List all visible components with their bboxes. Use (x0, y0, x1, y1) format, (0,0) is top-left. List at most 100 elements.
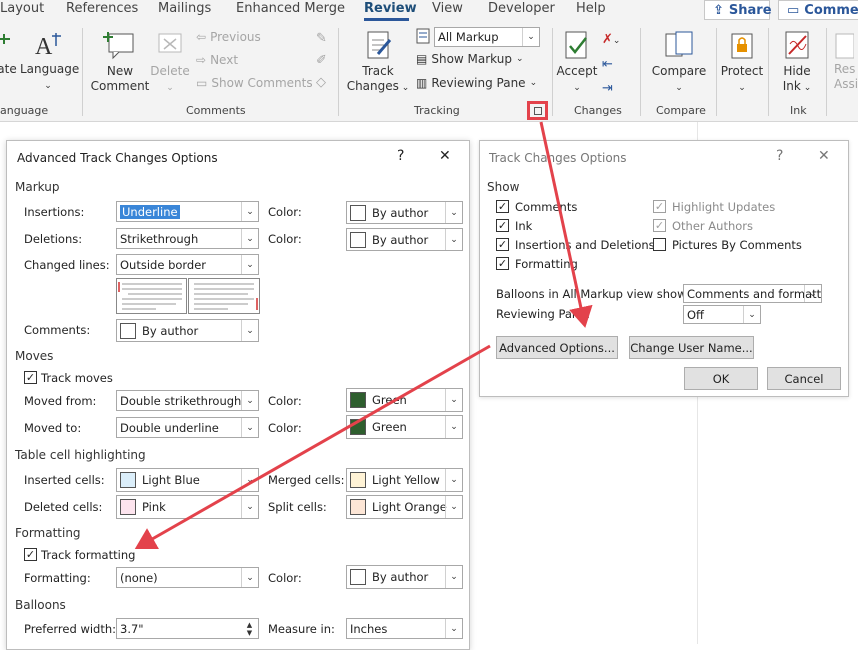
color-swatch (120, 472, 136, 488)
ok-button[interactable]: OK (684, 367, 758, 390)
spinner-icon[interactable]: ▲ ▼ (241, 619, 258, 638)
track-changes-button[interactable]: Track Changes ⌄ (346, 30, 410, 96)
split-cells-label: Split cells: (268, 500, 327, 514)
inserted-cells-select[interactable]: Light Blue ⌄ (116, 468, 259, 492)
cancel-button[interactable]: Cancel (767, 367, 841, 390)
previous-comment-button[interactable]: ⇦ Previous (196, 30, 261, 44)
tab-help[interactable]: Help (576, 1, 606, 16)
formatting-checkbox[interactable]: ✓ (496, 257, 509, 270)
tab-review[interactable]: Review (364, 1, 417, 16)
deletions-color-label: Color: (268, 232, 302, 246)
moved-to-color-select[interactable]: Green ⌄ (346, 415, 463, 439)
next-comment-button[interactable]: ⇨ Next (196, 53, 238, 67)
show-markup-button[interactable]: ▤ Show Markup ⌄ (416, 52, 524, 66)
color-swatch (120, 322, 136, 339)
compare-group-label: Compare (656, 104, 706, 117)
new-comment-label-2: Comment (90, 79, 150, 93)
markup-display-select[interactable]: All Markup ⌄ (434, 27, 540, 47)
formatting-select[interactable]: (none) ⌄ (116, 567, 259, 588)
eraser-icon[interactable]: ◇ (316, 72, 332, 94)
accept-button[interactable]: Accept ⌄ (556, 30, 598, 96)
tab-mailings[interactable]: Mailings (158, 1, 211, 16)
share-icon: ⇪ (713, 2, 724, 18)
close-icon[interactable]: ✕ (439, 148, 451, 164)
other-authors-checkbox[interactable]: ✓ (653, 219, 666, 232)
moved-from-value: Double strikethrough (120, 393, 242, 408)
tab-enhanced-merge[interactable]: Enhanced Merge (236, 1, 345, 16)
split-cells-select[interactable]: Light Orange ⌄ (346, 495, 463, 519)
reject-icon[interactable]: ✗⌄ (602, 28, 632, 53)
reviewing-pane-button[interactable]: ▥ Reviewing Pane ⌄ (416, 76, 537, 90)
pen-icon[interactable]: ✐ (316, 50, 332, 72)
chevron-down-icon: ⌄ (445, 229, 462, 250)
track-moves-checkbox[interactable]: ✓ (24, 371, 37, 384)
insertions-deletions-checkbox[interactable]: ✓ (496, 238, 509, 251)
chevron-down-icon: ⌄ (241, 418, 258, 437)
formatting-color-value: By author (372, 570, 429, 584)
next-change-icon[interactable]: ⇥ (602, 77, 632, 101)
deletions-select[interactable]: Strikethrough ⌄ (116, 228, 259, 249)
translate-button[interactable]: ate (0, 30, 20, 77)
highlight-updates-checkbox[interactable]: ✓ (653, 200, 666, 213)
comments-checkbox[interactable]: ✓ (496, 200, 509, 213)
share-button[interactable]: ⇪ Share (704, 0, 772, 20)
ink-tools: ✎ ✐ ◇ (316, 28, 332, 98)
moved-to-color-label: Color: (268, 421, 302, 435)
preferred-width-input[interactable]: 3.7" ▲ ▼ (116, 618, 259, 639)
tab-view[interactable]: View (432, 1, 463, 16)
tab-developer[interactable]: Developer (488, 1, 555, 16)
pictures-by-comments-checkbox[interactable] (653, 238, 666, 251)
balloons-label: Balloons in All Markup view show: (496, 287, 690, 301)
insertions-deletions-label: Insertions and Deletions (515, 238, 655, 252)
advanced-options-button[interactable]: Advanced Options... (496, 336, 618, 359)
comment-icon: ▭ (787, 2, 800, 18)
tracking-options-launcher[interactable] (527, 101, 548, 120)
insertions-select[interactable]: Underline ⌄ (116, 201, 259, 222)
moved-to-select[interactable]: Double underline ⌄ (116, 417, 259, 438)
moved-from-select[interactable]: Double strikethrough ⌄ (116, 390, 259, 411)
ink-checkbox[interactable]: ✓ (496, 219, 509, 232)
track-changes-options-dialog: Track Changes Options ? ✕ Show ✓ Comment… (479, 140, 849, 397)
change-user-name-button[interactable]: Change User Name... (629, 336, 754, 359)
tab-references[interactable]: References (66, 1, 138, 16)
help-icon[interactable]: ? (397, 148, 404, 164)
comments-group-label: Comments (186, 104, 246, 117)
changed-lines-select[interactable]: Outside border ⌄ (116, 254, 259, 275)
formatting-section-label: Formatting (15, 526, 81, 540)
merged-cells-select[interactable]: Light Yellow ⌄ (346, 468, 463, 492)
formatting-color-select[interactable]: By author ⌄ (346, 565, 463, 589)
color-swatch (350, 569, 366, 585)
language-button[interactable]: A Language ⌄ (20, 30, 79, 94)
insertions-color-select[interactable]: By author ⌄ (346, 201, 463, 224)
delete-comment-button[interactable]: Delete ⌄ (150, 30, 190, 96)
hide-ink-button[interactable]: Hide Ink ⌄ (772, 30, 822, 96)
track-formatting-checkbox[interactable]: ✓ (24, 548, 37, 561)
tab-layout[interactable]: Layout (0, 1, 44, 16)
comments-color-select[interactable]: By author ⌄ (116, 319, 259, 342)
group-divider (82, 28, 83, 116)
close-icon[interactable]: ✕ (818, 148, 830, 164)
balloons-section-label: Balloons (15, 598, 66, 612)
compare-button[interactable]: Compare ⌄ (648, 30, 710, 96)
resume-assistant-button[interactable]: Res Assi (834, 30, 858, 92)
comments-color-label: Comments: (24, 323, 91, 337)
chevron-down-icon: ⌄ (445, 389, 462, 411)
accept-label: Accept (556, 64, 598, 78)
ink-comment-icon[interactable]: ✎ (316, 28, 332, 50)
protect-button[interactable]: Protect ⌄ (720, 30, 764, 96)
deletions-color-select[interactable]: By author ⌄ (346, 228, 463, 251)
balloons-select[interactable]: Comments and formatting ⌄ (683, 284, 822, 303)
measure-in-select[interactable]: Inches ⌄ (346, 618, 463, 639)
help-icon[interactable]: ? (776, 148, 783, 164)
resume-label-2: Assi (834, 77, 858, 91)
inserted-cells-label: Inserted cells: (24, 473, 105, 487)
deleted-cells-select[interactable]: Pink ⌄ (116, 495, 259, 519)
previous-change-icon[interactable]: ⇤ (602, 53, 632, 77)
compare-label: Compare (651, 64, 707, 78)
reviewing-pane-select[interactable]: Off ⌄ (683, 305, 761, 324)
moved-from-color-select[interactable]: Green ⌄ (346, 388, 463, 412)
comments-header-button[interactable]: ▭ Comments (778, 0, 858, 20)
new-comment-button[interactable]: New Comment (90, 30, 150, 94)
formatting-option-label: Formatting (515, 257, 578, 271)
show-comments-button[interactable]: ▭ Show Comments (196, 76, 313, 90)
